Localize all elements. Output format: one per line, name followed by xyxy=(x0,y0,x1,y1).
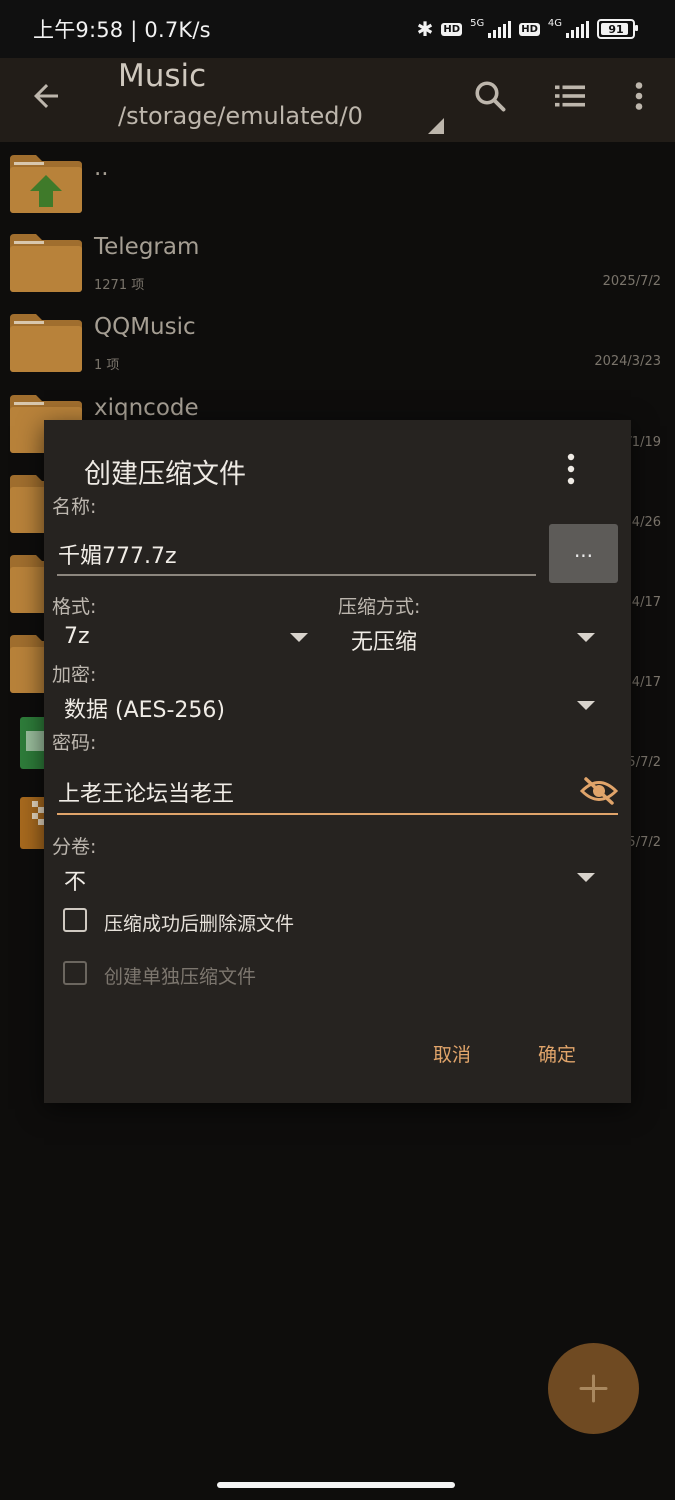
name-input-underline xyxy=(57,574,536,576)
add-fab-button[interactable] xyxy=(548,1343,639,1434)
status-icons: ✱ HD 5G HD 4G 91 xyxy=(416,14,638,44)
hd-icon: HD xyxy=(441,22,463,36)
compression-label: 压缩方式: xyxy=(338,596,421,618)
bluetooth-icon: ✱ xyxy=(416,17,434,41)
status-bar: 上午9:58 | 0.7K/s ✱ HD 5G HD 4G 91 xyxy=(0,0,675,58)
file-row[interactable]: Telegram 1271 项 2025/7/2 xyxy=(0,222,675,302)
file-date: 2025/7/2 xyxy=(602,274,661,289)
dropdown-arrow-icon[interactable] xyxy=(290,633,308,642)
split-volume-select[interactable]: 不 xyxy=(64,864,86,896)
file-date: 5/7/2 xyxy=(627,755,661,770)
visibility-off-icon[interactable] xyxy=(580,776,618,806)
compression-select[interactable]: 无压缩 xyxy=(351,624,417,656)
password-label: 密码: xyxy=(52,732,97,754)
file-meta: 1 项 xyxy=(94,358,120,373)
network-type-2: 4G xyxy=(547,17,562,29)
password-input[interactable]: 上老王论坛当老王 xyxy=(58,776,234,808)
format-label: 格式: xyxy=(52,596,97,618)
file-date: 5/7/2 xyxy=(627,835,661,850)
battery-level: 91 xyxy=(608,22,624,36)
file-row[interactable]: QQMusic 1 项 2024/3/23 xyxy=(0,302,675,382)
file-meta: 1271 项 xyxy=(94,278,145,293)
password-input-underline xyxy=(57,813,618,815)
format-select[interactable]: 7z xyxy=(64,624,90,649)
folder-path[interactable]: /storage/emulated/0 xyxy=(118,102,363,130)
dropdown-arrow-icon[interactable] xyxy=(577,701,595,710)
file-date: /1/19 xyxy=(627,435,661,450)
more-vert-icon[interactable] xyxy=(564,452,578,486)
dropdown-arrow-icon[interactable] xyxy=(577,873,595,882)
create-archive-dialog: 创建压缩文件 名称: 千媚777.7z ... 格式: 7z 压缩方式: 无压缩… xyxy=(44,420,631,1103)
path-dropdown-icon[interactable] xyxy=(428,118,444,134)
battery-icon: 91 xyxy=(597,19,638,39)
search-icon[interactable] xyxy=(472,78,508,114)
encryption-select[interactable]: 数据 (AES-256) xyxy=(64,692,225,724)
home-indicator[interactable] xyxy=(217,1482,455,1488)
file-name: xiqncode xyxy=(94,395,199,421)
hd-icon: HD xyxy=(519,22,540,36)
file-name: Telegram xyxy=(94,234,200,260)
status-time: 上午9:58 | 0.7K/s xyxy=(33,18,211,42)
browse-button[interactable]: ... xyxy=(549,524,618,583)
top-app-bar: Music /storage/emulated/0 xyxy=(0,58,675,142)
folder-icon xyxy=(10,314,82,372)
ok-button[interactable]: 确定 xyxy=(538,1040,576,1067)
file-date: 2024/3/23 xyxy=(594,354,661,369)
cancel-button[interactable]: 取消 xyxy=(433,1040,471,1067)
network-type-1: 5G xyxy=(470,17,485,29)
dialog-title: 创建压缩文件 xyxy=(84,459,246,490)
delete-source-label[interactable]: 压缩成功后删除源文件 xyxy=(104,909,294,936)
file-row-parent[interactable]: .. xyxy=(0,143,675,223)
encryption-label: 加密: xyxy=(52,664,97,686)
folder-title: Music xyxy=(118,58,207,94)
split-volume-label: 分卷: xyxy=(52,836,97,858)
file-name: QQMusic xyxy=(94,314,196,340)
separate-archive-label: 创建单独压缩文件 xyxy=(104,966,257,988)
plus-icon xyxy=(579,1374,608,1403)
signal-icon xyxy=(488,20,512,38)
file-name: .. xyxy=(94,155,109,181)
file-date: 4/17 xyxy=(631,595,661,610)
signal-icon xyxy=(566,20,589,38)
archive-name-input[interactable]: 千媚777.7z xyxy=(58,538,177,570)
folder-up-icon xyxy=(10,155,82,213)
name-label: 名称: xyxy=(52,496,97,518)
more-vert-icon[interactable] xyxy=(621,78,657,114)
folder-icon xyxy=(10,234,82,292)
dropdown-arrow-icon[interactable] xyxy=(577,633,595,642)
file-date: 4/17 xyxy=(631,675,661,690)
list-view-icon[interactable] xyxy=(552,78,588,114)
separate-archive-checkbox xyxy=(63,961,87,985)
delete-source-checkbox[interactable] xyxy=(63,908,87,932)
file-date: 4/26 xyxy=(631,515,661,530)
back-arrow-icon[interactable] xyxy=(28,78,64,114)
